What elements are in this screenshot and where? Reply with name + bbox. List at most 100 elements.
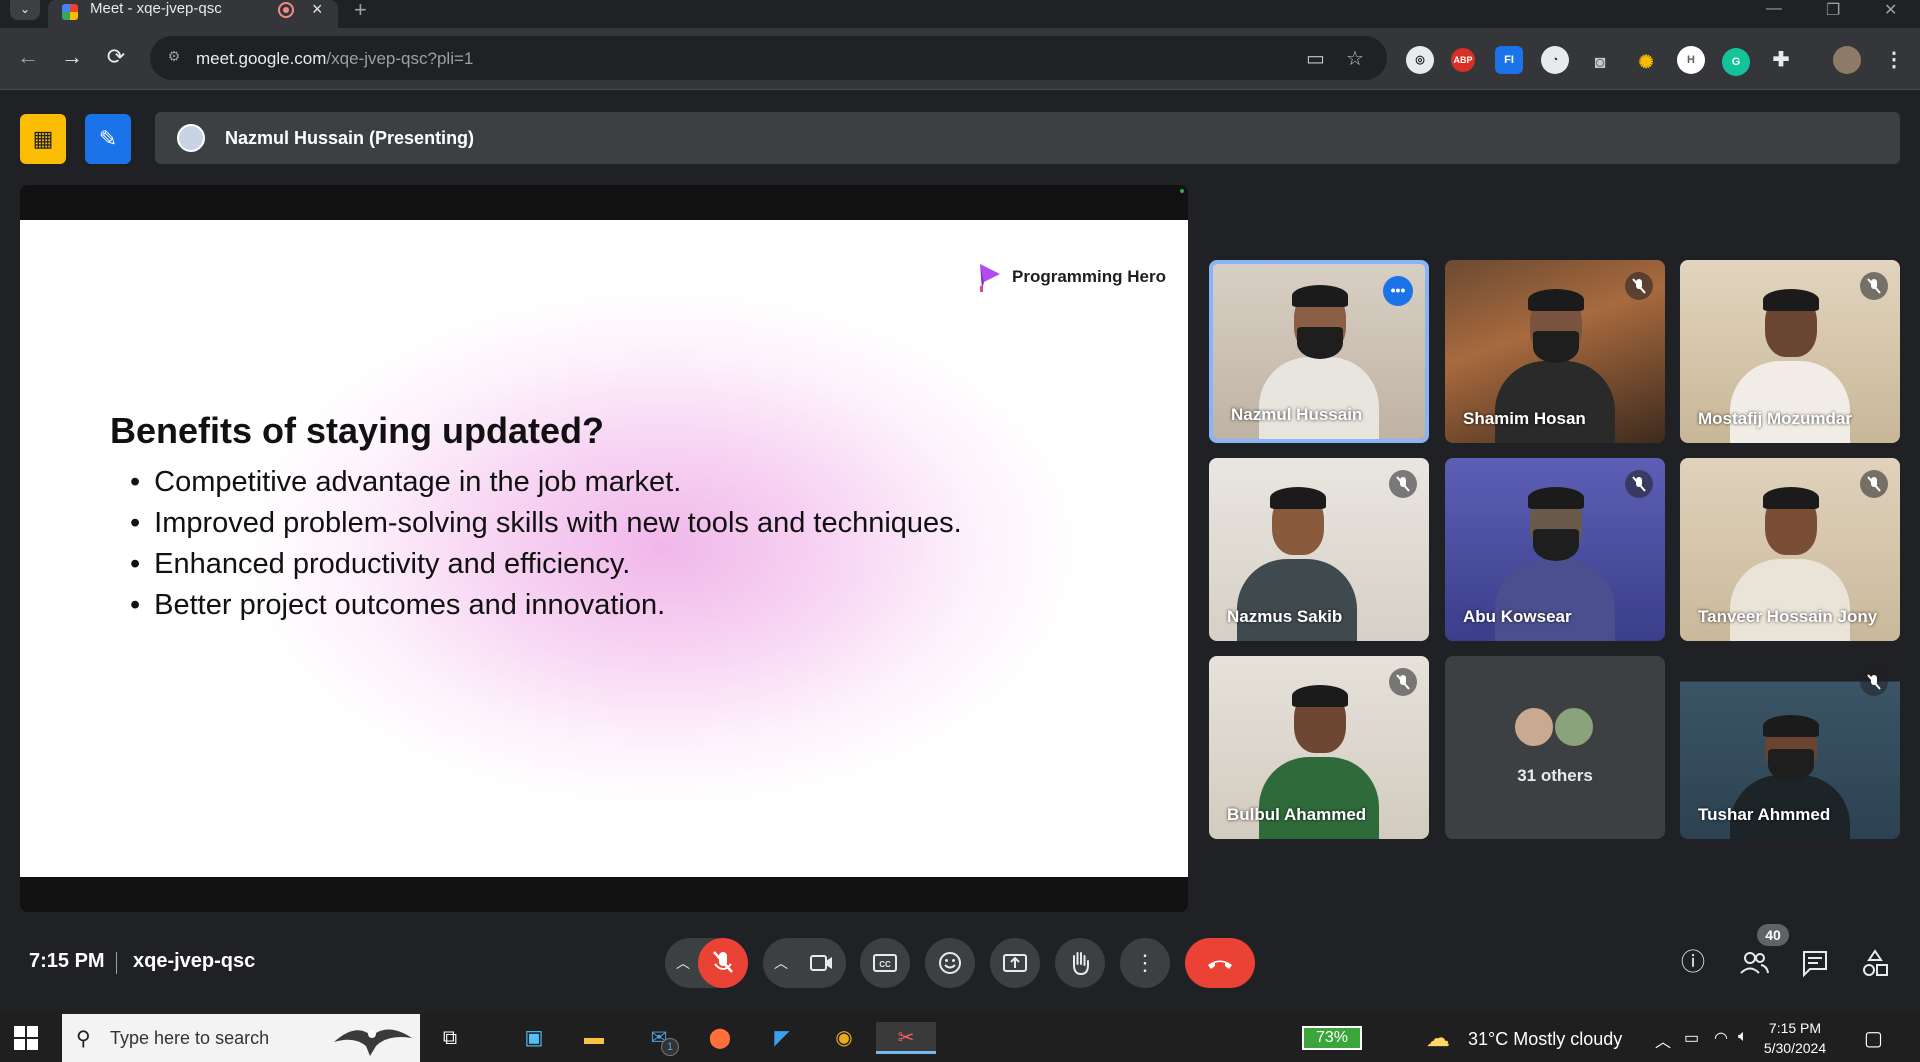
taskbar-search-box[interactable]: ⚲ Type here to search [62,1014,420,1062]
browser-tab-meet[interactable]: Meet - xqe-jvep-qsc × [48,0,338,28]
participant-name: Tushar Ahmmed [1698,805,1831,824]
cloudy-weather-icon[interactable]: ☁ [1426,1024,1450,1053]
emoji-icon [939,952,961,974]
back-button[interactable]: ← [14,44,42,70]
participant-tile-tanveer-hossain-jony[interactable]: Tanveer Hossain Jony [1680,458,1900,641]
battery-tray-icon[interactable]: ▭ [1684,1028,1699,1048]
adblock-plus-extension-icon[interactable]: ABP [1451,48,1475,72]
star-circle-extension-icon[interactable]: ✺ [1632,48,1660,76]
status-dot-icon [1180,189,1184,193]
chat-button[interactable] [1798,946,1832,980]
leave-call-button[interactable] [1185,938,1255,988]
slide: Programming Hero Benefits of staying upd… [20,220,1188,877]
postman-icon[interactable]: ⬤ [702,1022,738,1054]
url-text: meet.google.com/xqe-jvep-qsc?pli=1 [196,49,474,68]
participant-tile-nazmus-sakib[interactable]: Nazmus Sakib [1209,458,1429,641]
mic-off-icon [1860,668,1888,696]
call-end-icon [1208,960,1232,969]
show-hidden-icons-chevron-icon[interactable]: ︿ [1655,1028,1671,1052]
participant-name: Mostafij Mozumdar [1698,409,1852,428]
captions-button[interactable]: CC [860,938,910,988]
screenshot-extension-icon[interactable]: ◙ [1586,48,1614,76]
emoji-reactions-button[interactable] [925,938,975,988]
recording-indicator-icon [278,2,294,18]
annotate-pen-icon[interactable]: ✎ [85,114,131,164]
tab-title: Meet - xqe-jvep-qsc [90,0,222,17]
battery-indicator[interactable]: 73% [1302,1026,1362,1050]
fi-extension-icon[interactable]: FI [1495,46,1523,74]
activities-button[interactable] [1858,946,1892,980]
raise-hand-button[interactable] [1055,938,1105,988]
more-options-icon[interactable]: ••• [1383,276,1413,306]
more-options-button[interactable]: ⋮ [1120,938,1170,988]
camera-in-use-icon[interactable]: ▭ [1306,46,1325,71]
site-settings-icon[interactable]: ⚙ [164,48,184,68]
browser-menu-icon[interactable]: ⋮ [1880,46,1908,74]
tab-search-menu-button[interactable]: ⌄ [10,0,40,20]
mail-icon[interactable]: ✉ 1 [641,1022,679,1056]
wifi-icon[interactable]: ◠ [1714,1028,1728,1048]
file-explorer-icon[interactable]: ▬ [576,1022,612,1054]
taskbar-clock[interactable]: 7:15 PM 5/30/2024 [1752,1018,1838,1058]
camera-button[interactable] [796,938,846,988]
microsoft-store-icon[interactable]: ▣ [516,1022,552,1054]
people-button[interactable] [1737,946,1771,980]
more-vert-icon: ⋮ [1134,950,1156,975]
participant-tile-shamim-hosan[interactable]: Shamim Hosan [1445,260,1665,443]
forward-button[interactable]: → [58,44,86,70]
svg-text:CC: CC [879,960,891,969]
slide-brand-name: Programming Hero [1012,267,1166,286]
film-off-icon[interactable]: ▦ [20,114,66,164]
minimize-window-icon[interactable]: — [1766,0,1782,18]
participant-tile-mostafij-mozumdar[interactable]: Mostafij Mozumdar [1680,260,1900,443]
participant-tile-bulbul-ahammed[interactable]: Bulbul Ahammed [1209,656,1429,839]
vscode-icon[interactable]: ◤ [764,1022,800,1054]
video-options-chevron-up-icon[interactable]: ︿ [765,938,797,988]
programming-hero-logo-icon [980,264,1001,292]
closed-captions-icon: CC [873,954,897,972]
restore-window-icon[interactable]: ❐ [1826,0,1840,20]
tracker-extension-icon[interactable]: ◔ [1541,46,1569,74]
search-placeholder: Type here to search [110,1028,270,1048]
weather-text[interactable]: 31°C Mostly cloudy [1468,1029,1622,1050]
participant-tile-tushar-ahmmed[interactable]: Tushar Ahmmed [1680,656,1900,839]
audio-options-chevron-up-icon[interactable]: ︿ [667,938,699,988]
slide-bullet: Enhanced productivity and efficiency. [130,544,962,585]
meeting-details-button[interactable]: ⓘ [1676,946,1710,980]
mail-unread-badge: 1 [661,1038,679,1056]
address-bar[interactable]: ⚙ meet.google.com/xqe-jvep-qsc?pli=1 ▭ ☆ [150,36,1387,80]
extensions-puzzle-icon[interactable]: ✚ [1767,46,1795,74]
presentation-stage[interactable]: Programming Hero Benefits of staying upd… [20,185,1188,912]
mic-off-button[interactable] [698,938,748,988]
people-icon [1740,952,1769,974]
mic-off-icon [1389,470,1417,498]
new-tab-button[interactable]: + [354,0,367,23]
slide-bullet-list: Competitive advantage in the job market.… [130,462,962,626]
mic-off-icon [713,951,733,973]
task-view-icon[interactable]: ⧉ [432,1022,468,1054]
close-window-icon[interactable]: ✕ [1884,0,1897,20]
avatar [1513,706,1555,748]
globe-extension-icon[interactable]: ◎ [1406,46,1434,74]
notifications-icon[interactable]: ▢ [1864,1026,1883,1051]
meeting-time: 7:15 PM [29,950,105,972]
others-count-label: 31 others [1517,766,1593,785]
participant-tile-abu-kowsear[interactable]: Abu Kowsear [1445,458,1665,641]
bookmark-star-icon[interactable]: ☆ [1346,46,1364,71]
volume-icon[interactable]: 🔈︎ [1738,1028,1748,1046]
slide-bullet: Better project outcomes and innovation. [130,585,962,626]
windows-start-icon[interactable] [14,1026,38,1050]
slide-bullet: Competitive advantage in the job market. [130,462,962,503]
meet-top-bar: ▦ ✎ Nazmul Hussain (Presenting) [0,90,1920,180]
participant-tile-nazmul-hussain[interactable]: ••• Nazmul Hussain [1209,260,1429,443]
participant-tile-others[interactable]: 31 others [1445,656,1665,839]
chrome-icon[interactable]: ◉ [826,1022,862,1054]
present-screen-button[interactable] [990,938,1040,988]
snipping-tool-icon[interactable]: ✂ [876,1022,936,1054]
h-extension-icon[interactable]: H [1677,46,1705,74]
others-avatar-stack [1513,706,1603,750]
tab-close-icon[interactable]: × [312,0,323,20]
reload-button[interactable]: ⟳ [102,44,130,70]
grammarly-extension-icon[interactable]: G [1722,48,1750,76]
profile-avatar[interactable] [1833,46,1861,74]
